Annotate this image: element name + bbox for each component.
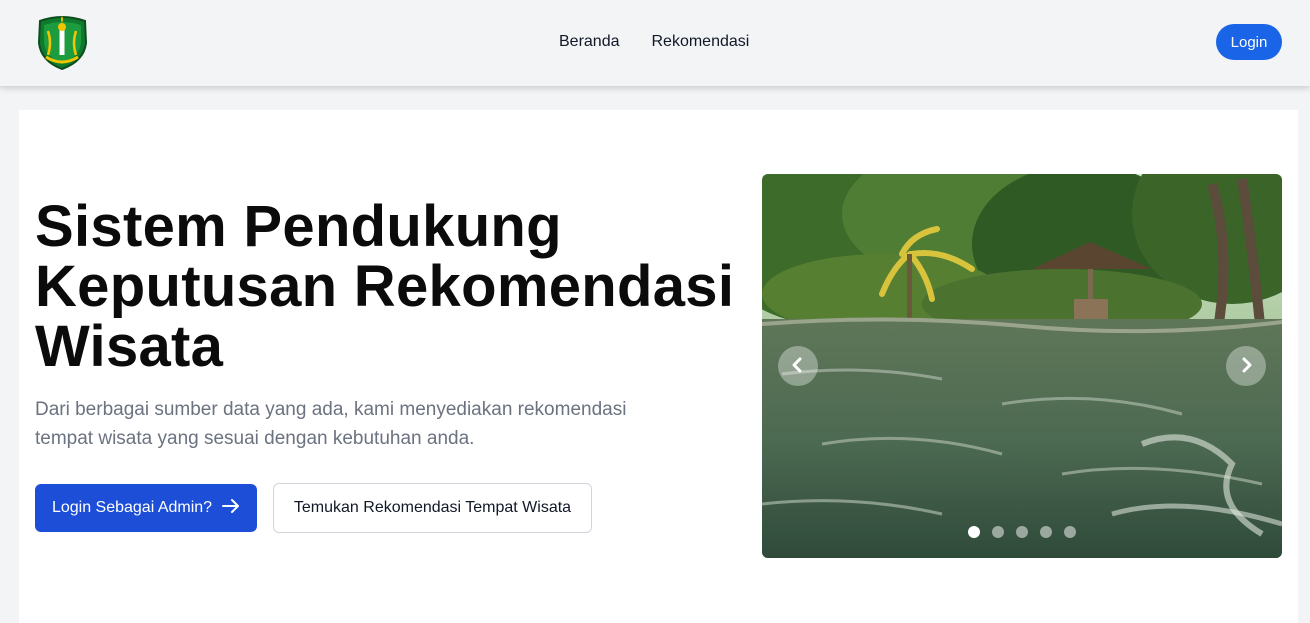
admin-login-button[interactable]: Login Sebagai Admin? [35, 484, 257, 532]
hero-section: Sistem Pendukung Keputusan Rekomendasi W… [19, 110, 1298, 623]
carousel-slide-image [762, 174, 1282, 558]
regional-emblem-logo[interactable] [34, 13, 91, 71]
hero-subtitle-line-2: tempat wisata yang sesuai dengan kebutuh… [35, 428, 475, 449]
carousel-indicators [968, 526, 1076, 538]
hero-subtitle: Dari berbagai sumber data yang ada, kami… [35, 395, 695, 453]
hero-title-line-2: Keputusan Rekomendasi [35, 254, 735, 319]
nav-link-beranda[interactable]: Beranda [558, 30, 652, 54]
hero-subtitle-line-1: Dari berbagai sumber data yang ada, kami… [35, 399, 627, 420]
carousel-dot[interactable] [1040, 526, 1052, 538]
nav-links: Beranda Rekomendasi [558, 30, 752, 54]
hero-title-line-1: Sistem Pendukung [35, 194, 562, 259]
hero-title: Sistem Pendukung Keputusan Rekomendasi W… [35, 197, 735, 377]
hero-title-line-3: Wisata [35, 314, 224, 379]
nav-link-rekomendasi[interactable]: Rekomendasi [651, 30, 752, 54]
admin-login-label: Login Sebagai Admin? [51, 499, 213, 516]
find-recommendation-button[interactable]: Temukan Rekomendasi Tempat Wisata [273, 483, 592, 533]
arrow-right-icon [222, 498, 240, 519]
chevron-right-icon [1239, 357, 1253, 376]
chevron-left-icon [791, 357, 805, 376]
carousel-dot[interactable] [1016, 526, 1028, 538]
carousel-dot[interactable] [968, 526, 980, 538]
navbar: Beranda Rekomendasi Login [0, 0, 1310, 86]
carousel-dot[interactable] [992, 526, 1004, 538]
carousel-next-button[interactable] [1226, 346, 1266, 386]
carousel-dot[interactable] [1064, 526, 1076, 538]
login-button[interactable]: Login [1216, 24, 1282, 60]
image-carousel [762, 174, 1282, 558]
carousel-prev-button[interactable] [778, 346, 818, 386]
